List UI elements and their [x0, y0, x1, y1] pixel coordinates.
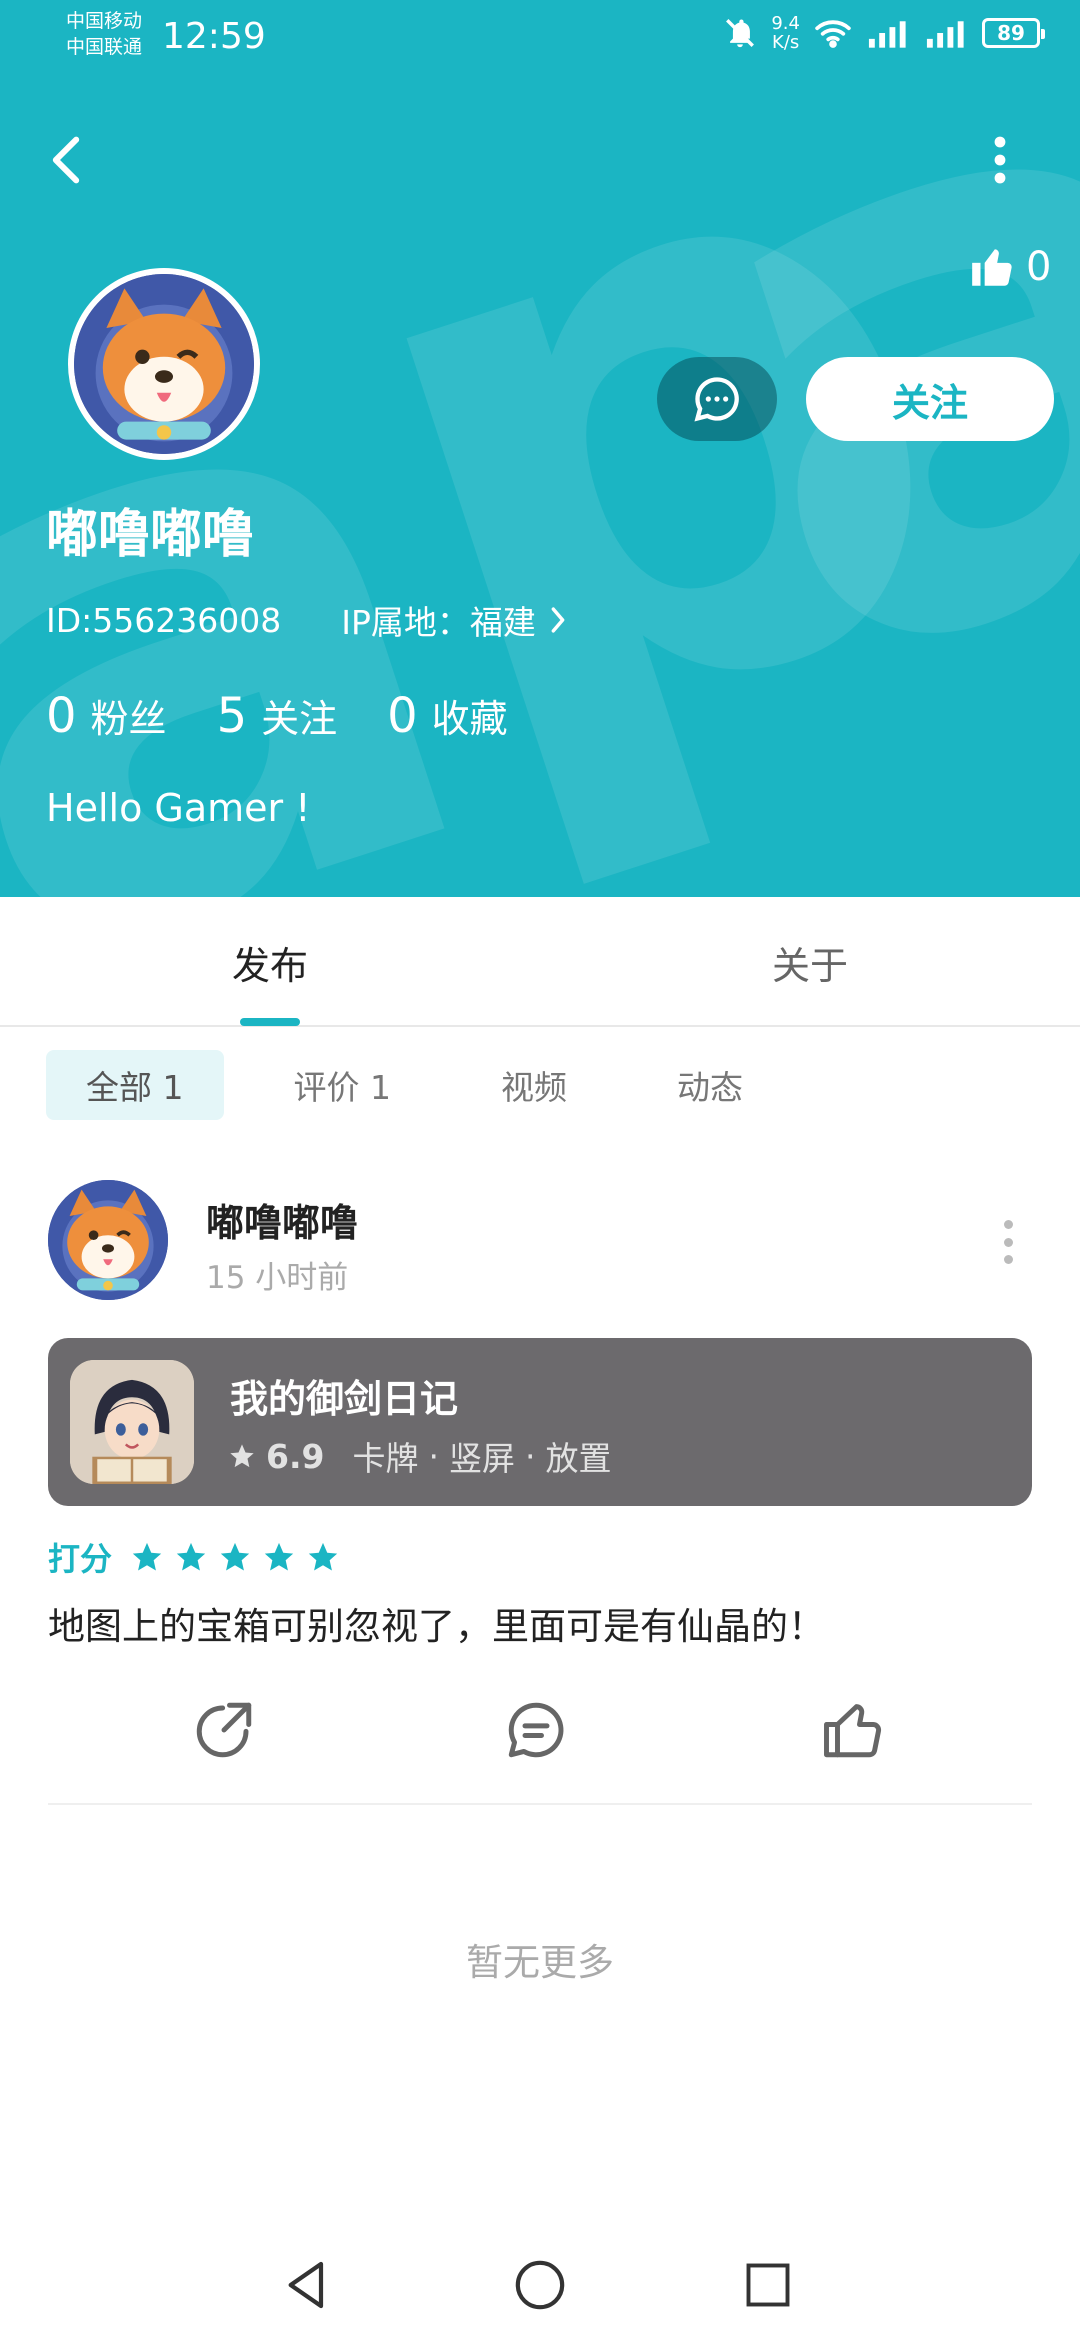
signal-icon: [926, 21, 964, 48]
status-icons: 9.4 K/s 89: [723, 14, 1045, 52]
profile-likes-button[interactable]: 0: [968, 242, 1051, 292]
comment-icon: [508, 1702, 564, 1758]
net-speed-value: 9.4: [771, 13, 800, 34]
back-button[interactable]: [36, 120, 96, 200]
share-icon: [196, 1702, 252, 1758]
stat-following-count: 5: [216, 688, 248, 744]
chevron-left-icon: [52, 136, 80, 184]
stat-following-label: 关注: [261, 697, 338, 741]
filter-videos[interactable]: 视频: [461, 1050, 607, 1120]
comment-button[interactable]: [496, 1690, 576, 1770]
star-icon: [230, 1444, 254, 1468]
tab-about[interactable]: 关于: [660, 897, 960, 1027]
star-icon: [132, 1542, 162, 1571]
filter-moments[interactable]: 动态: [637, 1050, 783, 1120]
filter-chips: 全部 1 评价 1 视频 动态: [46, 1050, 783, 1120]
post-divider: [48, 1803, 1032, 1805]
game-tag: 竖屏: [448, 1439, 515, 1478]
nav-home-button[interactable]: [505, 2250, 575, 2320]
stat-fans-count: 0: [46, 688, 77, 744]
profile-bio: Hello Gamer !: [46, 786, 311, 830]
game-card[interactable]: 我的御剑日记 6.9 卡牌 · 竖屏 · 放置: [48, 1338, 1032, 1506]
tab-publish[interactable]: 发布: [120, 897, 420, 1027]
no-more-text: 暂无更多: [466, 1941, 614, 1984]
profile-header: a p a 中国移动 中国联通 12:59 9.4 K/s 89 0 关注 嘟噜…: [0, 0, 1080, 897]
game-tag: 放置: [545, 1439, 612, 1478]
ip-location-link[interactable]: IP属地：福建: [341, 596, 566, 644]
profile-id-row: ID:556236008 IP属地：福建: [46, 596, 566, 644]
post-time: 15 小时前: [206, 1260, 349, 1296]
profile-stats: 0 粉丝 5 关注 0 收藏: [46, 688, 508, 744]
post-more-button[interactable]: [996, 1220, 1020, 1264]
net-speed: 9.4 K/s: [771, 14, 800, 52]
game-icon: [70, 1360, 194, 1484]
star-icon: [220, 1542, 250, 1571]
chevron-right-icon: [551, 607, 565, 633]
thumbs-up-icon: [824, 1704, 882, 1758]
message-button[interactable]: [657, 357, 777, 441]
game-character-icon: [70, 1360, 194, 1484]
more-options-button[interactable]: [975, 120, 1025, 200]
status-bar: 中国移动 中国联通 12:59 9.4 K/s 89: [0, 0, 1080, 80]
user-id: ID:556236008: [46, 600, 282, 640]
stat-favorites[interactable]: 0 收藏: [387, 688, 508, 744]
game-meta: 6.9 卡牌 · 竖屏 · 放置: [228, 1432, 611, 1480]
chat-bubble-icon: [694, 377, 739, 422]
content-tabs: 发布 关于: [0, 897, 1080, 1027]
nav-recents-button[interactable]: [733, 2250, 803, 2320]
thumbs-up-icon: [972, 249, 1012, 286]
star-icon: [264, 1542, 294, 1571]
nav-back-button[interactable]: [272, 2250, 342, 2320]
follow-button[interactable]: 关注: [806, 357, 1054, 441]
share-button[interactable]: [184, 1690, 264, 1770]
wifi-icon: [815, 20, 851, 48]
tag-separator: ·: [524, 1436, 536, 1476]
star-icon: [176, 1542, 206, 1571]
game-name: 我的御剑日记: [230, 1377, 459, 1421]
carrier-1: 中国移动: [66, 10, 143, 32]
bell-off-icon: [726, 19, 755, 48]
square-recents-icon: [746, 2263, 790, 2307]
game-tag: 卡牌: [352, 1439, 419, 1478]
carrier-2: 中国联通: [66, 36, 143, 58]
shiba-dog-avatar-icon: [48, 1180, 168, 1300]
stat-following[interactable]: 5 关注: [217, 688, 338, 744]
likes-count: 0: [1026, 244, 1052, 290]
profile-username: 嘟噜嘟噜: [46, 505, 255, 565]
more-vertical-icon: [994, 136, 1006, 184]
battery-level: 89: [997, 21, 1025, 45]
like-button[interactable]: [814, 1690, 894, 1770]
tab-active-indicator: [240, 1018, 300, 1026]
post-author-name[interactable]: 嘟噜嘟噜: [206, 1192, 358, 1247]
star-icon: [308, 1542, 338, 1571]
filter-reviews[interactable]: 评价 1: [254, 1050, 432, 1120]
ip-location: IP属地：福建: [341, 603, 536, 642]
post-rating: 打分: [48, 1534, 340, 1580]
post-author-avatar[interactable]: [48, 1180, 168, 1300]
profile-avatar[interactable]: [68, 268, 260, 460]
rating-label: 打分: [48, 1540, 113, 1578]
signal-icon: [868, 21, 906, 48]
rating-stars: [130, 1540, 340, 1574]
shiba-dog-avatar-icon: [74, 274, 254, 454]
circle-home-icon: [515, 2260, 565, 2310]
system-nav-bar: [0, 2230, 1080, 2340]
post-content: 地图上的宝箱可别忽视了，里面可是有仙晶的！: [48, 1605, 825, 1648]
filter-all[interactable]: 全部 1: [46, 1050, 224, 1120]
stat-fans[interactable]: 0 粉丝: [46, 688, 167, 744]
stat-fans-label: 粉丝: [90, 697, 167, 741]
stat-favorites-count: 0: [387, 688, 418, 744]
status-time: 12:59: [162, 16, 266, 57]
net-speed-unit: K/s: [772, 32, 800, 53]
post-actions: [0, 1690, 1080, 1770]
battery-icon: 89: [982, 18, 1045, 48]
game-score: 6.9: [266, 1436, 325, 1476]
carrier-info: 中国移动 中国联通: [66, 8, 142, 60]
tag-separator: ·: [428, 1436, 439, 1476]
triangle-back-icon: [288, 2261, 324, 2309]
stat-favorites-label: 收藏: [431, 697, 508, 741]
